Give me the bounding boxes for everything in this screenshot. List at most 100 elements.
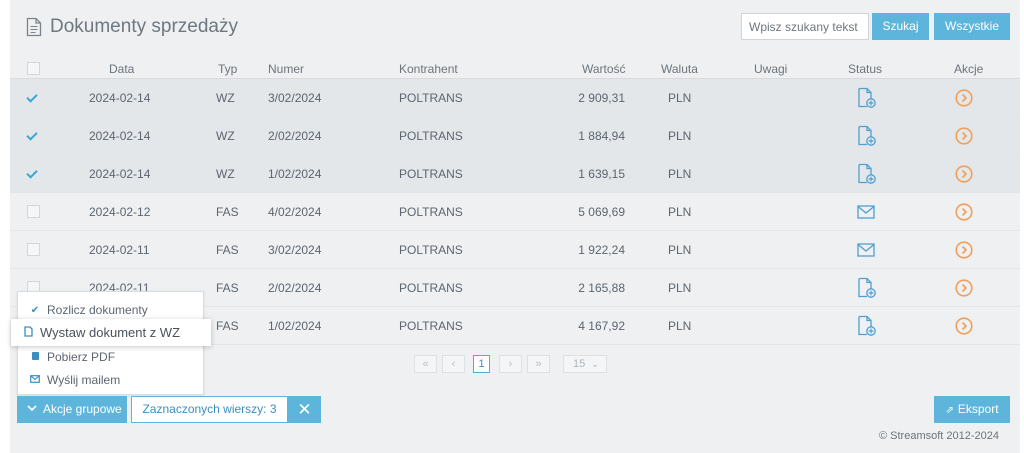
chevron-right-circle-icon[interactable] (955, 241, 973, 259)
cell-date: 2024-02-14 (89, 167, 151, 181)
cell-date: 2024-02-14 (89, 129, 151, 143)
column-header-status[interactable]: Status (848, 62, 882, 76)
cell-number: 3/02/2024 (268, 91, 322, 105)
page-title: Dokumenty sprzedaży (50, 16, 238, 37)
cell-contractor: POLTRANS (399, 91, 463, 105)
pagination-first-button[interactable]: « (414, 355, 437, 373)
chevron-right-circle-icon[interactable] (955, 317, 973, 335)
column-header-contractor[interactable]: Kontrahent (399, 62, 458, 76)
menu-item-label: Pobierz PDF (47, 350, 116, 364)
envelope-icon[interactable] (854, 201, 878, 223)
cell-currency: PLN (668, 167, 692, 181)
column-header-type[interactable]: Typ (218, 62, 237, 76)
cell-number: 1/02/2024 (268, 167, 322, 181)
table-row[interactable]: 2024-02-12 FAS 4/02/2024 POLTRANS 5 069,69 PL… (10, 193, 1020, 231)
row-checkbox[interactable] (27, 129, 40, 142)
file-add-icon[interactable] (854, 125, 878, 147)
table-row[interactable]: 2024-02-14 WZ 1/02/2024 POLTRANS 1 639,15 PLN (10, 155, 1020, 193)
cell-date: 2024-02-11 (89, 243, 150, 257)
menu-item-send-email[interactable]: Wyślij mailem (18, 369, 203, 391)
check-icon: ✔ (30, 304, 40, 316)
table-header: Data Typ Numer Kontrahent Wartość Waluta… (10, 58, 1020, 79)
group-actions-label: Akcje grupowe (43, 402, 122, 416)
cell-contractor: POLTRANS (399, 243, 463, 257)
copyright-text: © Streamsoft 2012-2024 (879, 430, 1000, 442)
pdf-icon (29, 351, 41, 364)
cell-date: 2024-02-12 (89, 205, 151, 219)
cell-number: 2/02/2024 (268, 281, 322, 295)
cell-contractor: POLTRANS (399, 167, 463, 181)
chevron-down-icon: ⌄ (591, 359, 599, 369)
cell-contractor: POLTRANS (399, 205, 463, 219)
table-row[interactable]: 2024-02-11 FAS 3/02/2024 POLTRANS 1 922,24 PL… (10, 231, 1020, 269)
cell-value: 5 069,69 (578, 205, 625, 219)
cell-value: 1 639,15 (578, 167, 625, 181)
envelope-icon[interactable] (854, 239, 878, 261)
cell-type: FAS (216, 205, 239, 219)
column-header-number[interactable]: Numer (268, 62, 304, 76)
table-row[interactable]: 2024-02-14 WZ 3/02/2024 POLTRANS 2 909,31 PLN (10, 79, 1020, 117)
cell-currency: PLN (668, 319, 692, 333)
cell-value: 2 909,31 (578, 91, 625, 105)
menu-item-settle-documents[interactable]: ✔ Rozlicz dokumenty (18, 299, 203, 321)
cell-currency: PLN (668, 91, 692, 105)
column-header-actions[interactable]: Akcje (954, 62, 983, 76)
document-icon (22, 325, 34, 340)
show-all-button[interactable]: Wszystkie (934, 13, 1010, 40)
search-input[interactable] (741, 13, 869, 40)
row-checkbox[interactable] (27, 167, 40, 180)
sales-documents-panel: Dokumenty sprzedaży Szukaj Wszystkie Dat… (10, 0, 1020, 453)
pagination-last-button[interactable]: » (527, 355, 550, 373)
clear-selection-button[interactable]: ✕ (288, 396, 321, 423)
cell-type: FAS (216, 319, 239, 333)
column-header-date[interactable]: Data (109, 62, 134, 76)
page-size-value: 15 (573, 358, 586, 370)
group-actions-menu: ✔ Rozlicz dokumenty Wystaw dokument z WZ… (11, 291, 211, 395)
export-button[interactable]: ⇗ Eksport (934, 396, 1010, 423)
pagination-next-button[interactable]: › (499, 355, 522, 373)
cell-type: FAS (216, 281, 239, 295)
column-header-value[interactable]: Wartość (582, 62, 626, 76)
chevron-right-circle-icon[interactable] (955, 165, 973, 183)
row-checkbox[interactable] (27, 205, 40, 218)
chevron-right-circle-icon[interactable] (955, 203, 973, 221)
menu-item-download-pdf[interactable]: Pobierz PDF (18, 346, 203, 368)
cell-value: 2 165,88 (578, 281, 625, 295)
pagination-current-page[interactable]: 1 (473, 355, 490, 373)
file-add-icon[interactable] (854, 163, 878, 185)
file-add-icon[interactable] (854, 277, 878, 299)
page-size-select[interactable]: 15 ⌄ (563, 355, 607, 373)
search-button[interactable]: Szukaj (872, 13, 929, 40)
file-add-icon[interactable] (854, 87, 878, 109)
file-add-icon[interactable] (854, 315, 878, 337)
document-icon (26, 17, 42, 37)
menu-item-label: Rozlicz dokumenty (47, 303, 148, 317)
cell-currency: PLN (668, 281, 692, 295)
cell-type: FAS (216, 243, 239, 257)
chevron-down-icon (27, 396, 37, 423)
pagination-prev-button[interactable]: ‹ (442, 355, 465, 373)
cell-number: 2/02/2024 (268, 129, 322, 143)
chevron-right-circle-icon[interactable] (955, 127, 973, 145)
column-header-notes[interactable]: Uwagi (754, 62, 787, 76)
page-header: Dokumenty sprzedaży (26, 16, 238, 38)
group-actions-button[interactable]: Akcje grupowe (17, 396, 127, 423)
cell-contractor: POLTRANS (399, 319, 463, 333)
chevron-right-circle-icon[interactable] (955, 279, 973, 297)
cell-currency: PLN (668, 205, 692, 219)
select-all-checkbox[interactable] (27, 62, 40, 75)
cell-date: 2024-02-14 (89, 91, 151, 105)
chevron-right-circle-icon[interactable] (955, 89, 973, 107)
table-row[interactable]: 2024-02-14 WZ 2/02/2024 POLTRANS 1 884,94 PLN (10, 117, 1020, 155)
cell-contractor: POLTRANS (399, 129, 463, 143)
column-header-currency[interactable]: Waluta (661, 62, 698, 76)
row-checkbox[interactable] (27, 91, 40, 104)
external-link-icon: ⇗ (945, 405, 954, 416)
cell-number: 4/02/2024 (268, 205, 322, 219)
mail-icon (29, 374, 41, 386)
row-checkbox[interactable] (27, 243, 40, 256)
export-label: Eksport (957, 402, 999, 416)
cell-type: WZ (216, 129, 235, 143)
selected-rows-badge: Zaznaczonych wierszy: 3 (131, 396, 288, 423)
menu-item-issue-from-wz[interactable]: Wystaw dokument z WZ (11, 319, 211, 346)
